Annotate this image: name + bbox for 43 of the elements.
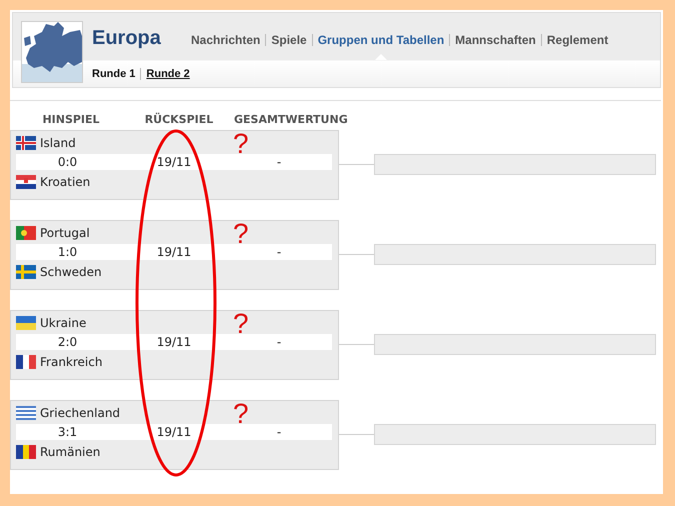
team-name: Ukraine bbox=[40, 316, 86, 330]
flag-icon bbox=[16, 316, 36, 330]
nav-tab[interactable]: Nachrichten bbox=[191, 33, 260, 47]
round-link[interactable]: Runde 1 bbox=[92, 68, 136, 80]
second-leg-date: 19/11 bbox=[156, 334, 192, 350]
aggregate-score: - bbox=[276, 424, 282, 440]
first-leg-score: 3:1 bbox=[56, 424, 78, 440]
nav-tab[interactable]: Spiele bbox=[271, 33, 307, 47]
question-mark: ? bbox=[233, 219, 249, 249]
question-mark: ? bbox=[233, 129, 249, 159]
nav-tab[interactable]: Reglement bbox=[546, 33, 608, 47]
team-name: Island bbox=[40, 136, 76, 150]
flag-icon bbox=[16, 354, 36, 368]
column-header: RÜCKSPIEL bbox=[144, 113, 214, 128]
first-leg-score: 2:0 bbox=[56, 334, 78, 350]
team-name: Rumänien bbox=[40, 444, 100, 458]
second-leg-date: 19/11 bbox=[156, 154, 192, 170]
team-name: Portugal bbox=[40, 226, 90, 240]
first-leg-score: 0:0 bbox=[56, 154, 78, 170]
question-mark: ? bbox=[233, 309, 249, 339]
flag-icon bbox=[16, 406, 36, 420]
team-name: Griechenland bbox=[40, 406, 120, 420]
page-title: Europa bbox=[92, 27, 161, 50]
flag-icon bbox=[16, 226, 36, 240]
aggregate-score: - bbox=[276, 154, 282, 170]
column-header: HINSPIEL bbox=[41, 113, 101, 128]
nav-tab[interactable]: Gruppen und Tabellen bbox=[318, 33, 444, 47]
question-mark: ? bbox=[233, 399, 249, 429]
second-leg-date: 19/11 bbox=[156, 424, 192, 440]
flag-icon bbox=[16, 444, 36, 458]
first-leg-score: 1:0 bbox=[56, 244, 78, 260]
aggregate-score: - bbox=[276, 334, 282, 350]
europe-map-icon bbox=[21, 21, 83, 83]
flag-icon bbox=[16, 174, 36, 188]
team-name: Kroatien bbox=[40, 174, 90, 188]
team-name: Frankreich bbox=[40, 354, 102, 368]
round-link[interactable]: Runde 2 bbox=[146, 68, 190, 80]
nav-tab[interactable]: Mannschaften bbox=[455, 33, 536, 47]
flag-icon bbox=[16, 264, 36, 278]
second-leg-date: 19/11 bbox=[156, 244, 192, 260]
aggregate-score: - bbox=[276, 244, 282, 260]
flag-icon bbox=[16, 136, 36, 150]
team-name: Schweden bbox=[40, 264, 102, 278]
